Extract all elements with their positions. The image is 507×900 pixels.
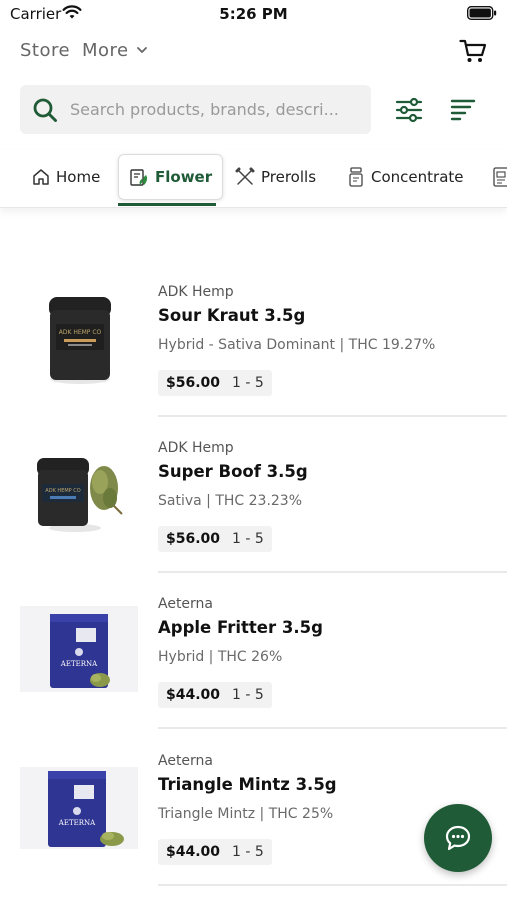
category-tabs: Home Flower Prerolls Concentrate [0, 150, 507, 208]
product-quantity: 1 - 5 [232, 844, 264, 860]
tab-concentrate[interactable]: Concentrate [347, 154, 464, 200]
product-image: ADK HEMP CO [49, 297, 111, 384]
product-brand: Aeterna [158, 753, 214, 769]
divider [158, 415, 507, 417]
product-description: Triangle Mintz | THC 25% [158, 806, 334, 822]
chevron-down-icon[interactable] [136, 45, 148, 55]
divider [158, 727, 507, 729]
product-description: Sativa | THC 23.23% [158, 493, 303, 509]
price-pill[interactable]: $44.00 1 - 5 [158, 839, 272, 865]
product-card[interactable]: ADK HEMP CO ADK Hemp Sour Kraut 3.5g Hyb… [0, 284, 507, 441]
product-price: $44.00 [166, 687, 221, 703]
product-quantity: 1 - 5 [232, 687, 264, 703]
product-quantity: 1 - 5 [232, 375, 264, 391]
tab-flower-label: Flower [155, 168, 213, 186]
pouch-brand-label: AETERNA [60, 660, 98, 668]
store-header: Store More [20, 36, 487, 66]
concentrate-icon [349, 167, 363, 187]
product-brand: Aeterna [158, 596, 214, 612]
battery-icon [467, 6, 497, 20]
tab-home[interactable]: Home [32, 154, 100, 200]
clock: 5:26 PM [219, 5, 288, 23]
product-name[interactable]: Super Boof 3.5g [158, 462, 308, 481]
tab-prerolls-label: Prerolls [261, 168, 317, 186]
product-price: $44.00 [166, 844, 221, 860]
product-image: ADK HEMP CO [37, 458, 123, 532]
tab-home-label: Home [56, 168, 101, 186]
tab-flower[interactable]: Flower [118, 154, 224, 200]
product-quantity: 1 - 5 [232, 531, 264, 547]
active-tab-indicator [118, 203, 216, 206]
edible-icon [493, 167, 507, 187]
product-brand: ADK Hemp [158, 440, 234, 456]
product-image: AETERNA [20, 606, 138, 692]
product-name[interactable]: Triangle Mintz 3.5g [158, 775, 337, 794]
price-pill[interactable]: $56.00 1 - 5 [158, 370, 272, 396]
product-description: Hybrid | THC 26% [158, 649, 283, 665]
preroll-icon [235, 167, 255, 185]
home-icon [33, 169, 49, 185]
product-name[interactable]: Sour Kraut 3.5g [158, 306, 305, 325]
tab-prerolls[interactable]: Prerolls [235, 154, 316, 200]
chat-button[interactable] [424, 804, 492, 872]
search-input[interactable] [70, 85, 366, 134]
cart-icon[interactable] [459, 38, 487, 64]
product-image: AETERNA [20, 767, 138, 849]
product-price: $56.00 [166, 375, 221, 391]
divider [158, 884, 507, 886]
divider [158, 571, 507, 573]
store-button[interactable]: Store [20, 40, 70, 61]
pouch-brand-label: AETERNA [58, 819, 96, 827]
price-pill[interactable]: $56.00 1 - 5 [158, 526, 272, 552]
jar-brand-label: ADK HEMP CO [45, 488, 80, 494]
jar-brand-label: ADK HEMP CO [59, 329, 102, 336]
price-pill[interactable]: $44.00 1 - 5 [158, 682, 272, 708]
product-card[interactable]: AETERNA Aeterna Apple Fritter 3.5g Hybri… [0, 596, 507, 753]
tab-concentrate-label: Concentrate [371, 168, 464, 186]
product-description: Hybrid - Sativa Dominant | THC 19.27% [158, 337, 436, 353]
product-price: $56.00 [166, 531, 221, 547]
sort-icon[interactable] [450, 98, 476, 122]
search-icon [33, 98, 57, 122]
chat-bubble-icon [445, 825, 471, 851]
flower-icon [130, 169, 148, 186]
tab-edibles[interactable] [492, 154, 507, 200]
status-bar: Carrier 5:26 PM [0, 0, 507, 30]
product-card[interactable]: ADK HEMP CO ADK Hemp Super Boof 3.5g Sat… [0, 440, 507, 597]
more-menu-button[interactable]: More [82, 40, 129, 61]
product-brand: ADK Hemp [158, 284, 234, 300]
filter-icon[interactable] [395, 97, 423, 123]
product-name[interactable]: Apple Fritter 3.5g [158, 618, 323, 637]
search-box[interactable] [20, 85, 371, 134]
